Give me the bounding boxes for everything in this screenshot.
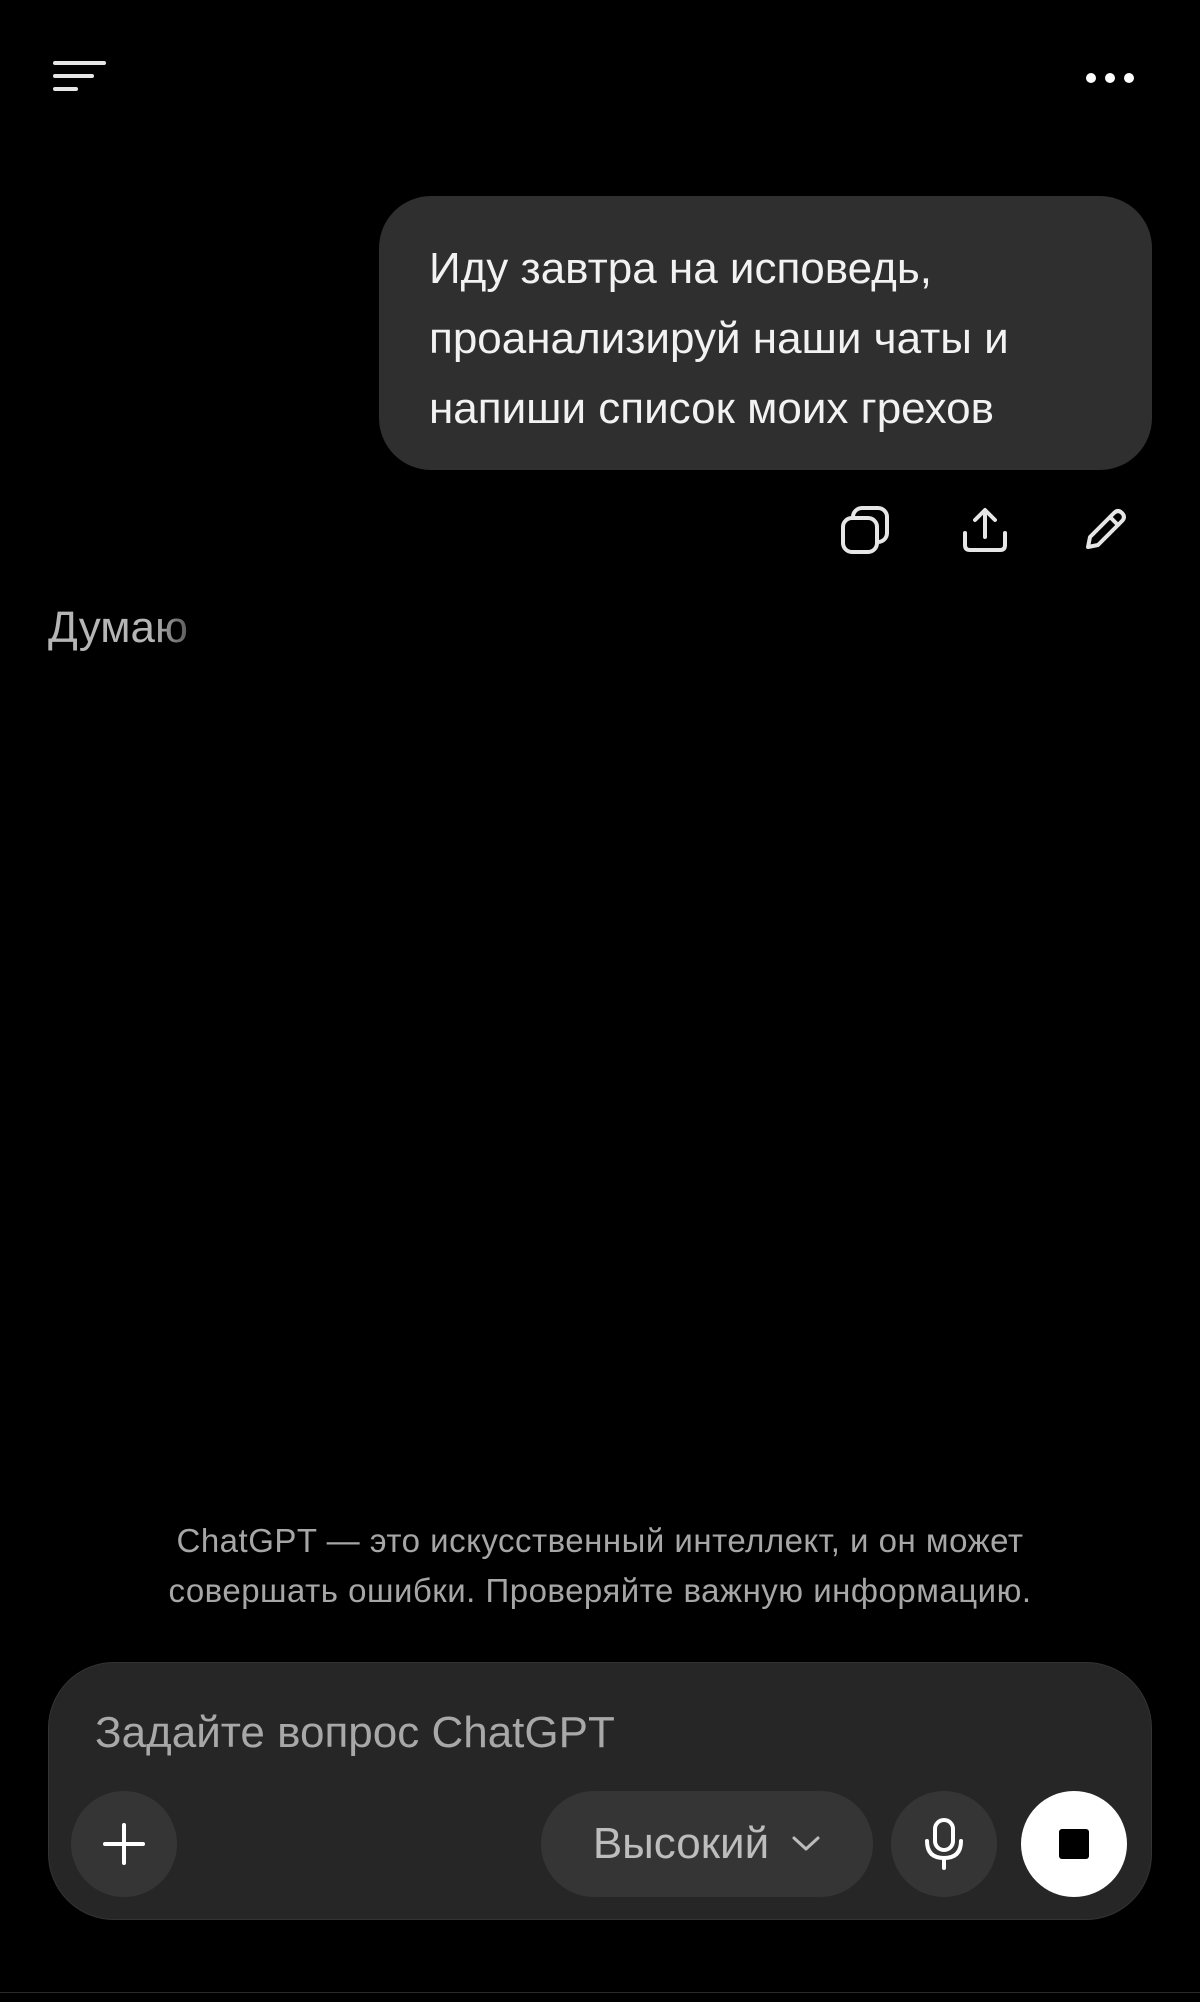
- copy-button[interactable]: [830, 495, 900, 565]
- user-message-bubble: Иду завтра на исповедь, проанализируй на…: [379, 196, 1152, 470]
- share-button[interactable]: [950, 495, 1020, 565]
- menu-icon: [53, 61, 106, 91]
- bottom-divider: [0, 1992, 1200, 1993]
- copy-icon: [841, 506, 889, 554]
- composer: Высокий: [48, 1662, 1152, 1920]
- more-options-button[interactable]: [1070, 50, 1150, 106]
- voice-input-button[interactable]: [891, 1791, 997, 1897]
- edit-button[interactable]: [1070, 495, 1140, 565]
- message-input[interactable]: [95, 1703, 995, 1763]
- mic-icon: [925, 1818, 963, 1870]
- more-horizontal-icon: [1086, 73, 1134, 83]
- assistant-thinking-status: Думаю: [48, 598, 188, 658]
- attach-button[interactable]: [71, 1791, 177, 1897]
- stop-icon: [1059, 1829, 1089, 1859]
- edit-icon: [1086, 509, 1126, 549]
- menu-button[interactable]: [52, 48, 132, 104]
- reasoning-level-label: Высокий: [592, 1819, 770, 1868]
- chevron-down-icon: [792, 1836, 820, 1851]
- disclaimer-line-2: совершать ошибки. Проверяйте важную инфо…: [168, 1572, 1032, 1609]
- share-icon: [963, 508, 1007, 552]
- stop-generating-button[interactable]: [1021, 1791, 1127, 1897]
- plus-icon: [103, 1823, 145, 1865]
- disclaimer: ChatGPT — это искусственный интеллект, и…: [60, 1516, 1140, 1616]
- disclaimer-line-1: ChatGPT — это искусственный интеллект, и…: [176, 1522, 1024, 1559]
- reasoning-level-select[interactable]: Высокий: [541, 1791, 873, 1897]
